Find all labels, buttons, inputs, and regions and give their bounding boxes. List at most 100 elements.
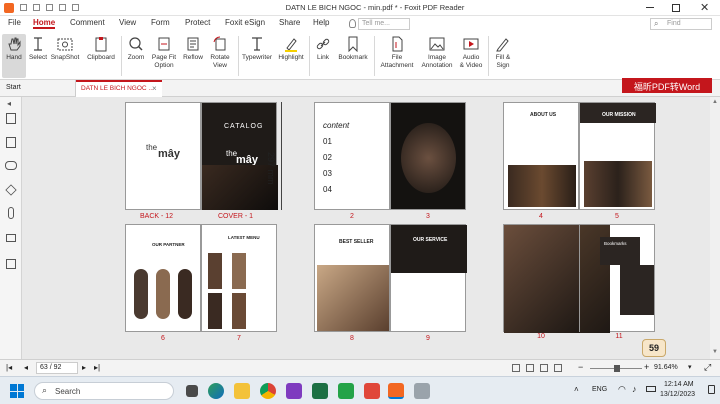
snapshot-button[interactable]: SnapShot: [50, 34, 80, 78]
minimize-button[interactable]: [646, 7, 654, 8]
fill-sign-button[interactable]: Fill & Sign: [491, 34, 515, 78]
tell-me-placeholder: Tell me...: [362, 20, 391, 27]
edge-icon[interactable]: [208, 383, 224, 399]
tell-me-input[interactable]: Tell me...: [358, 18, 410, 30]
image-annotation-button[interactable]: Image Annotation: [418, 34, 456, 78]
audio-video-button[interactable]: Audio & Video: [457, 34, 485, 78]
page-6: OUR PARTNER: [125, 224, 201, 332]
zoom-icon: [129, 37, 143, 51]
layers-icon[interactable]: [5, 184, 17, 196]
comment-icon[interactable]: [5, 161, 17, 170]
page-fit-button[interactable]: Page Fit Option: [150, 34, 178, 78]
menu-home[interactable]: Home: [33, 18, 56, 29]
bookmark-button[interactable]: Bookmark: [336, 34, 370, 78]
next-page-icon[interactable]: ▸: [82, 363, 86, 372]
visual-studio-icon[interactable]: [286, 383, 302, 399]
menu-esign[interactable]: Foxit eSign: [225, 18, 265, 27]
snapshot-icon: [57, 38, 73, 51]
rotate-view-button[interactable]: Rotate View: [207, 34, 233, 78]
clock-time[interactable]: 12:14 AM: [664, 381, 694, 388]
brand-the-text: the: [146, 143, 158, 152]
highlight-button[interactable]: Highlight: [276, 34, 306, 78]
menu-share[interactable]: Share: [279, 18, 300, 27]
link-button[interactable]: Link: [312, 34, 334, 78]
first-page-icon[interactable]: |◂: [6, 363, 12, 372]
search-icon: ⌕: [42, 385, 48, 395]
page-3: [390, 102, 466, 210]
typewriter-button[interactable]: Typewriter: [240, 34, 274, 78]
prev-page-icon[interactable]: ◂: [24, 363, 28, 372]
fullscreen-icon[interactable]: ⤢: [704, 362, 711, 373]
catalog-title: CATALOG: [224, 123, 264, 130]
tab-start[interactable]: Start: [0, 80, 76, 96]
hand-icon: [8, 37, 21, 51]
tab-bar: Start DATN LE BICH NGOC ... × ▾: [0, 80, 720, 97]
maximize-button[interactable]: [672, 4, 680, 12]
app-logo-icon: [4, 3, 14, 13]
menu-protect[interactable]: Protect: [185, 18, 210, 27]
select-button[interactable]: Select: [27, 34, 49, 78]
pages-icon[interactable]: [6, 113, 16, 124]
page-8: BEST SELLER: [314, 224, 390, 332]
bookmark-panel-icon[interactable]: [6, 137, 16, 148]
menu-help[interactable]: Help: [313, 18, 329, 27]
find-input[interactable]: ⌕ Find: [650, 18, 712, 30]
notification-icon[interactable]: [708, 385, 715, 394]
page-back: the mây: [125, 102, 201, 210]
media-icon: [463, 38, 479, 50]
page-number-input[interactable]: 63 / 92: [36, 362, 78, 374]
zoom-dropdown-icon[interactable]: ▾: [688, 363, 692, 371]
last-page-icon[interactable]: ▸|: [94, 363, 100, 372]
file-attachment-icon: [392, 36, 403, 52]
page-11: Bookmarks: [579, 224, 655, 333]
attachment-icon[interactable]: [8, 207, 14, 219]
app-icon-gray[interactable]: [414, 383, 430, 399]
windows-start-icon[interactable]: [10, 384, 24, 398]
lock-icon[interactable]: [6, 234, 16, 242]
menu-form[interactable]: Form: [151, 18, 170, 27]
reflow-button[interactable]: Reflow: [180, 34, 206, 78]
menu-file[interactable]: File: [8, 18, 21, 27]
app-icon-green[interactable]: [338, 383, 354, 399]
task-view-icon[interactable]: [186, 385, 198, 397]
close-button[interactable]: ✕: [700, 1, 709, 14]
hand-button[interactable]: Hand: [2, 34, 26, 78]
signature-panel-icon[interactable]: [6, 259, 16, 269]
chrome-icon[interactable]: [260, 383, 276, 399]
collapse-icon[interactable]: ◂: [7, 99, 11, 108]
file-attachment-button[interactable]: File Attachment: [377, 34, 417, 78]
close-tab-icon[interactable]: ×: [152, 84, 157, 93]
page-badge: 59: [642, 339, 666, 357]
menu-comment[interactable]: Comment: [70, 18, 105, 27]
excel-icon[interactable]: [312, 383, 328, 399]
volume-icon[interactable]: ♪: [632, 384, 637, 394]
taskbar-search[interactable]: ⌕ Search: [34, 382, 174, 400]
menu-bar: File Home Comment View Form Protect Foxi…: [0, 16, 720, 32]
clock-date[interactable]: 13/12/2023: [660, 391, 695, 398]
zoom-slider-thumb[interactable]: [614, 365, 620, 372]
status-bar: |◂ ◂ 63 / 92 ▸ ▸| − + 91.64% ▾ ⤢: [0, 359, 720, 376]
menu-view[interactable]: View: [119, 18, 136, 27]
battery-icon[interactable]: [646, 386, 656, 392]
zoom-out-icon[interactable]: −: [578, 362, 583, 372]
wifi-icon[interactable]: ◠: [618, 384, 626, 395]
foxit-taskbar-icon[interactable]: [388, 383, 404, 399]
language-indicator[interactable]: ENG: [592, 386, 607, 393]
app-icon-red[interactable]: [364, 383, 380, 399]
document-view[interactable]: ▲ ▼ the mây CATALOG the mây BACK - 12 CO…: [22, 97, 720, 359]
clipboard-button[interactable]: Clipboard: [84, 34, 118, 78]
qat-icons[interactable]: [20, 4, 120, 12]
zoom-in-icon[interactable]: +: [644, 362, 649, 372]
zoom-slider[interactable]: [590, 365, 642, 372]
view-mode-icons[interactable]: [512, 364, 572, 373]
text-select-icon: [34, 37, 42, 51]
file-explorer-icon[interactable]: [234, 383, 250, 399]
page-label-back: BACK - 12: [140, 213, 174, 220]
page-5: OUR MISSION: [579, 102, 656, 210]
zoom-button[interactable]: Zoom: [124, 34, 148, 78]
ribbon-toolbar: Hand Select SnapShot Clipboard Zoom Page…: [0, 32, 720, 93]
zoom-value[interactable]: 91.64%: [654, 364, 678, 371]
tray-chevron-icon[interactable]: ˄: [574, 385, 579, 394]
tab-document[interactable]: DATN LE BICH NGOC ... ×: [76, 80, 162, 97]
vertical-scrollbar[interactable]: ▲ ▼: [710, 97, 720, 359]
